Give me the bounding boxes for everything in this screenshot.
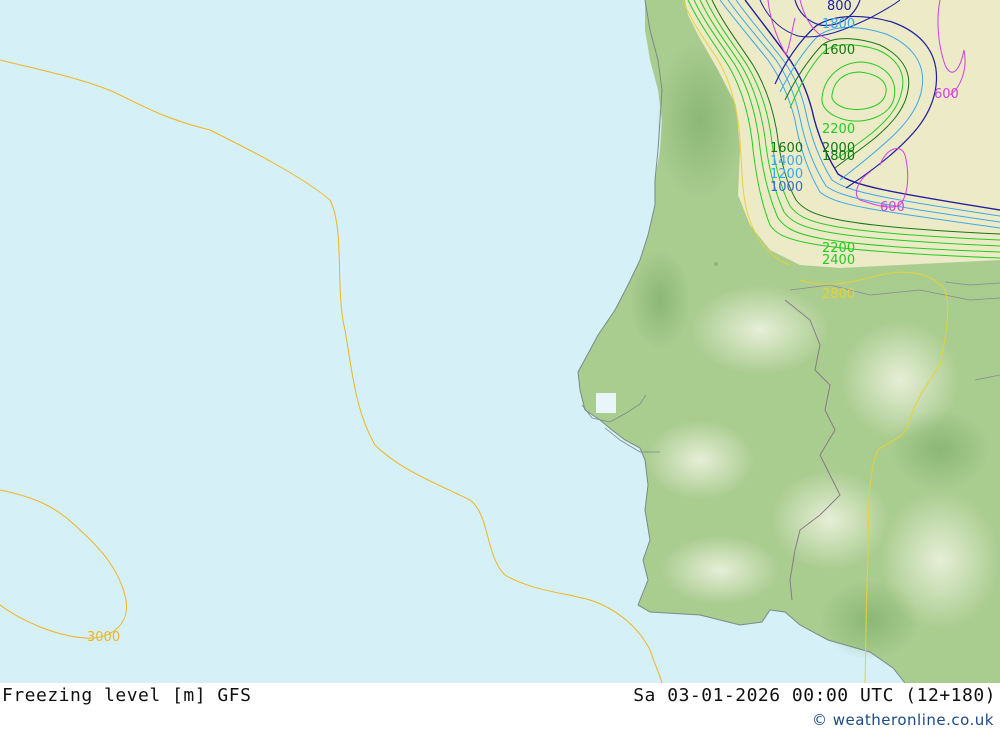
freezing-level-map: 3000 2800 2400 2200 2200 2000 1800 1800 … <box>0 0 1000 683</box>
label-600-b: 600 <box>880 200 905 215</box>
label-3000: 3000 <box>87 630 120 645</box>
label-600-a: 600 <box>934 87 959 102</box>
label-1000: 1000 <box>770 180 803 195</box>
map-footer: Freezing level [m] GFS Sa 03-01-2026 00:… <box>0 683 1000 733</box>
label-1800-b: 1800 <box>822 17 855 32</box>
label-2800: 2800 <box>822 287 855 302</box>
valid-time: Sa 03-01-2026 00:00 UTC (12+180) <box>633 685 996 706</box>
label-800: 800 <box>827 0 852 14</box>
source-credit-link[interactable]: © weatheronline.co.uk <box>812 711 994 729</box>
map-title: Freezing level [m] GFS <box>2 685 252 706</box>
label-2200-b: 2200 <box>822 241 855 256</box>
terrain-marker <box>714 262 718 266</box>
label-1800-a: 1800 <box>822 149 855 164</box>
estuary <box>596 393 616 413</box>
label-2200-a: 2200 <box>822 122 855 137</box>
label-1600-a: 1600 <box>822 43 855 58</box>
